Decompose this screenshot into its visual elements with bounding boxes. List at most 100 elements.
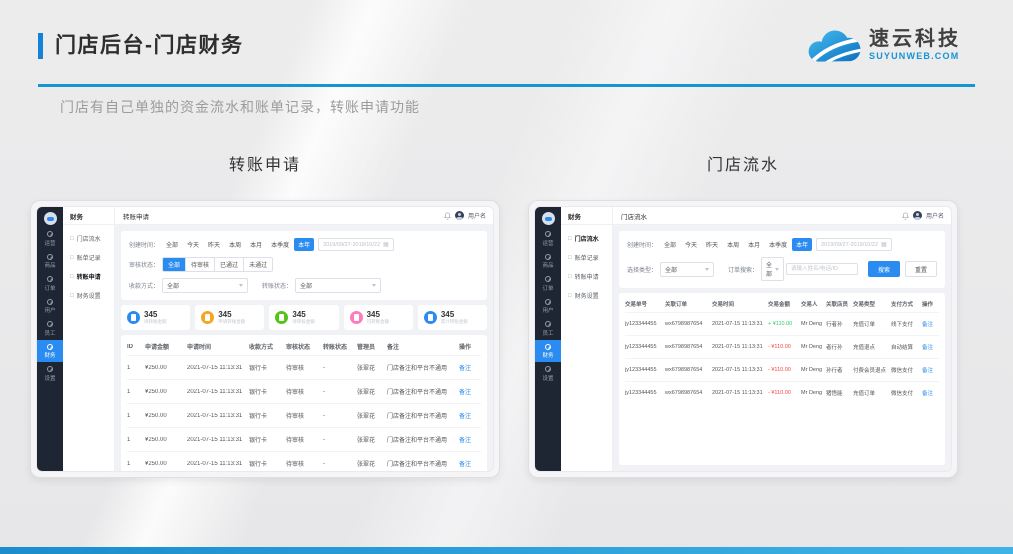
audit-chip-pending[interactable]: 待审核 bbox=[185, 258, 214, 271]
time-chip-quarter[interactable]: 本季度 bbox=[267, 238, 293, 251]
rail-item-finance[interactable]: 财务 bbox=[37, 340, 63, 363]
rail-item-settings[interactable]: 设置 bbox=[37, 362, 63, 385]
menu-item-finance-settings[interactable]: □财务设置 bbox=[63, 286, 114, 305]
menu-square-icon: □ bbox=[568, 274, 572, 280]
remark-link[interactable]: 备注 bbox=[459, 435, 477, 444]
time-chip-week[interactable]: 本周 bbox=[723, 238, 743, 251]
caption-store-flow: 门店流水 bbox=[528, 151, 958, 175]
reset-button[interactable]: 重置 bbox=[905, 261, 937, 277]
menu-square-icon: □ bbox=[70, 274, 74, 280]
table-header-row: ID 申请金额 申请时间 收款方式 审核状态 转账状态 管理员 备注 操作 bbox=[127, 337, 481, 355]
time-chip-week[interactable]: 本周 bbox=[225, 238, 245, 251]
stat-cards-row: 345待转账金额 345申请转账金额 345待审核金额 345可转账金 bbox=[121, 305, 487, 330]
rail-item-operations[interactable]: 运营 bbox=[535, 227, 561, 250]
date-range-picker[interactable]: 2019/09/27-2019/10/22 ▦ bbox=[816, 238, 892, 251]
menu-item-transfer-request[interactable]: □转账申请 bbox=[561, 267, 612, 286]
gauge-icon bbox=[47, 344, 53, 350]
right-screenshot-frame: 运营 商品 订单 用户 员工 财务 设置 财务 门店流水 用户名 bbox=[528, 200, 958, 478]
rail-item-finance[interactable]: 财务 bbox=[535, 340, 561, 363]
rail-item-goods[interactable]: 商品 bbox=[535, 250, 561, 273]
app-logo bbox=[542, 212, 555, 225]
rail-item-staff[interactable]: 员工 bbox=[37, 317, 63, 340]
search-scope-select[interactable]: 全部 bbox=[761, 257, 784, 281]
time-chip-quarter[interactable]: 本季度 bbox=[765, 238, 791, 251]
left-filters-card: 创建时间： 全部 今天 昨天 本周 本月 本季度 本年 2019/09/27-2… bbox=[121, 231, 487, 300]
audit-chip-approved[interactable]: 已通过 bbox=[214, 258, 243, 271]
filter-label-transfer-status: 转账状态： bbox=[262, 281, 292, 290]
stat-card: 345待转账金额 bbox=[121, 305, 190, 330]
rail-item-staff[interactable]: 员工 bbox=[535, 317, 561, 340]
menu-square-icon: □ bbox=[70, 236, 74, 242]
table-row: jy123344455 wx6798987654 2021-07-15 11:1… bbox=[625, 358, 939, 381]
menu-item-bill-records[interactable]: □账单记录 bbox=[63, 248, 114, 267]
filter-label-type: 选择类型： bbox=[627, 265, 657, 274]
search-button[interactable]: 搜索 bbox=[868, 261, 900, 277]
type-select[interactable]: 全部 bbox=[660, 262, 714, 277]
filter-label-method: 收款方式： bbox=[129, 281, 159, 290]
table-body: 1 ¥250.00 2021-07-15 11:13:31 银行卡 待审核 - … bbox=[127, 355, 481, 471]
remark-link[interactable]: 备注 bbox=[459, 411, 477, 420]
search-input[interactable] bbox=[786, 263, 858, 275]
time-chip-yesterday[interactable]: 昨天 bbox=[204, 238, 224, 251]
time-chip-all[interactable]: 全部 bbox=[162, 238, 182, 251]
page-subtitle: 门店有自己单独的资金流水和账单记录，转账申请功能 bbox=[60, 97, 420, 117]
remark-link[interactable]: 备注 bbox=[459, 363, 477, 372]
table-row: 1 ¥250.00 2021-07-15 11:13:31 银行卡 待审核 - … bbox=[127, 427, 481, 451]
bell-icon[interactable] bbox=[444, 212, 451, 220]
gauge-icon bbox=[545, 276, 551, 282]
time-chip-month[interactable]: 本月 bbox=[246, 238, 266, 251]
right-app-nav-rail: 运营 商品 订单 用户 员工 财务 设置 bbox=[535, 207, 561, 471]
method-select[interactable]: 全部 bbox=[162, 278, 248, 293]
remark-link[interactable]: 备注 bbox=[922, 366, 935, 374]
transfer-status-select[interactable]: 全部 bbox=[295, 278, 381, 293]
gauge-icon bbox=[47, 254, 53, 260]
right-filters-card: 创建时间： 全部 今天 昨天 本周 本月 本季度 本年 2019/09/27-2… bbox=[619, 231, 945, 288]
menu-item-finance-settings[interactable]: □财务设置 bbox=[561, 286, 612, 305]
company-logo: 速云科技 SUYUNWEB.COM bbox=[806, 22, 961, 66]
avatar[interactable] bbox=[913, 211, 922, 220]
chevron-down-icon bbox=[372, 284, 376, 287]
time-chip-year[interactable]: 本年 bbox=[792, 238, 812, 251]
rail-item-orders[interactable]: 订单 bbox=[37, 272, 63, 295]
audit-chip-rejected[interactable]: 未通过 bbox=[243, 258, 272, 271]
remark-link[interactable]: 备注 bbox=[459, 459, 477, 468]
left-screenshot-frame: 运营 商品 订单 用户 员工 财务 设置 财务 转账申请 用户名 bbox=[30, 200, 500, 478]
remark-link[interactable]: 备注 bbox=[922, 343, 935, 351]
menu-square-icon: □ bbox=[568, 293, 572, 299]
left-app-nav-rail: 运营 商品 订单 用户 员工 财务 设置 bbox=[37, 207, 63, 471]
time-chip-year[interactable]: 本年 bbox=[294, 238, 314, 251]
audit-chip-all[interactable]: 全部 bbox=[163, 258, 185, 271]
menu-item-bill-records[interactable]: □账单记录 bbox=[561, 248, 612, 267]
time-chip-yesterday[interactable]: 昨天 bbox=[702, 238, 722, 251]
date-range-picker[interactable]: 2019/09/27-2019/10/22 ▦ bbox=[318, 238, 394, 251]
rail-item-goods[interactable]: 商品 bbox=[37, 250, 63, 273]
gauge-icon bbox=[545, 344, 551, 350]
remark-link[interactable]: 备注 bbox=[922, 320, 935, 328]
rail-item-orders[interactable]: 订单 bbox=[535, 272, 561, 295]
chevron-down-icon bbox=[239, 284, 243, 287]
table-header-row: 交易单号 关联订单 交易时间 交易金额 交易人 关联店员 交易类型 支付方式 操… bbox=[625, 295, 939, 312]
left-app-submenu: □门店流水 □账单记录 □转账申请 □财务设置 bbox=[63, 225, 115, 471]
time-chip-today[interactable]: 今天 bbox=[183, 238, 203, 251]
rail-item-users[interactable]: 用户 bbox=[535, 295, 561, 318]
bottom-accent-strip bbox=[0, 547, 1013, 554]
username: 用户名 bbox=[926, 211, 944, 220]
avatar[interactable] bbox=[455, 211, 464, 220]
time-chip-today[interactable]: 今天 bbox=[681, 238, 701, 251]
menu-header: 财务 bbox=[63, 207, 115, 224]
rail-item-settings[interactable]: 设置 bbox=[535, 362, 561, 385]
remark-link[interactable]: 备注 bbox=[459, 387, 477, 396]
stat-card: 345申请转账金额 bbox=[195, 305, 264, 330]
gauge-icon bbox=[545, 299, 551, 305]
rail-item-users[interactable]: 用户 bbox=[37, 295, 63, 318]
menu-item-transfer-request[interactable]: □转账申请 bbox=[63, 267, 114, 286]
bell-icon[interactable] bbox=[902, 212, 909, 220]
time-chip-all[interactable]: 全部 bbox=[660, 238, 680, 251]
remark-link[interactable]: 备注 bbox=[922, 389, 935, 397]
gauge-icon bbox=[47, 299, 53, 305]
time-chip-month[interactable]: 本月 bbox=[744, 238, 764, 251]
menu-square-icon: □ bbox=[70, 255, 74, 261]
rail-item-operations[interactable]: 运营 bbox=[37, 227, 63, 250]
menu-item-store-flow[interactable]: □门店流水 bbox=[561, 229, 612, 248]
menu-item-store-flow[interactable]: □门店流水 bbox=[63, 229, 114, 248]
